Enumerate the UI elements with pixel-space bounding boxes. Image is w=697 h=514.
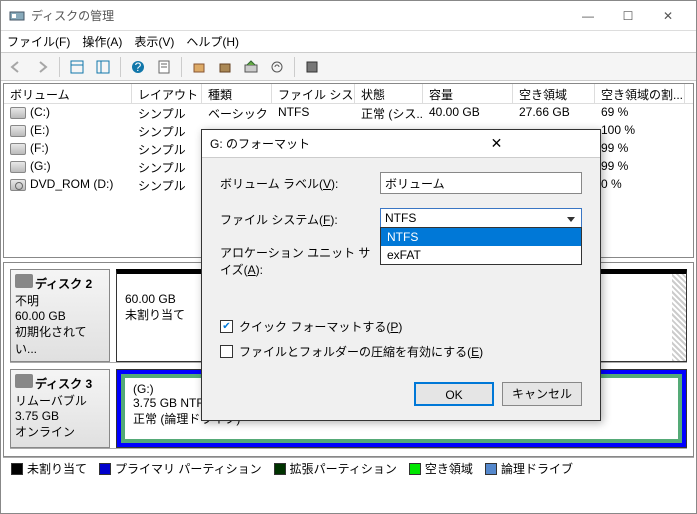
dropdown-option-exfat[interactable]: exFAT [381, 246, 581, 264]
dialog-title: G: のフォーマット [210, 135, 401, 152]
toolbar-btn-5[interactable] [188, 56, 210, 78]
drive-icon [10, 143, 26, 155]
menu-action[interactable]: 操作(A) [82, 33, 122, 50]
properties-icon[interactable] [153, 56, 175, 78]
col-volume[interactable]: ボリューム [4, 84, 132, 103]
close-button[interactable]: ✕ [648, 2, 688, 30]
label-volume: ボリューム ラベル(V): [220, 175, 380, 192]
help-icon[interactable]: ? [127, 56, 149, 78]
label-filesystem: ファイル システム(F): [220, 211, 380, 228]
toolbar-btn-8[interactable] [266, 56, 288, 78]
format-dialog: G: のフォーマット ✕ ボリューム ラベル(V): ファイル システム(F):… [201, 129, 601, 421]
checkbox-checked-icon: ✔ [220, 320, 233, 333]
legend-unalloc-box [11, 463, 23, 475]
legend-primary-box [99, 463, 111, 475]
checkbox-unchecked-icon [220, 345, 233, 358]
col-type[interactable]: 種類 [202, 84, 272, 103]
toolbar-btn-7[interactable] [240, 56, 262, 78]
window-titlebar: ディスクの管理 ― ☐ ✕ [1, 1, 696, 31]
drive-icon [10, 179, 26, 191]
filesystem-dropdown: NTFS exFAT [380, 227, 582, 265]
menu-help[interactable]: ヘルプ(H) [186, 33, 239, 50]
back-button [5, 56, 27, 78]
dialog-close-button[interactable]: ✕ [401, 135, 592, 152]
col-fs[interactable]: ファイル システム [272, 84, 355, 103]
col-status[interactable]: 状態 [355, 84, 423, 103]
volume-label-input[interactable] [380, 172, 582, 194]
menu-view[interactable]: 表示(V) [134, 33, 174, 50]
dialog-titlebar[interactable]: G: のフォーマット ✕ [202, 130, 600, 158]
forward-button [31, 56, 53, 78]
legend-logical-box [485, 463, 497, 475]
disk-icon [15, 274, 33, 288]
ok-button[interactable]: OK [414, 382, 494, 406]
drive-icon [10, 107, 26, 119]
disk-icon [15, 374, 33, 388]
maximize-button[interactable]: ☐ [608, 2, 648, 30]
toolbar-btn-1[interactable] [66, 56, 88, 78]
col-free[interactable]: 空き領域 [513, 84, 595, 103]
window-title: ディスクの管理 [31, 7, 568, 24]
volumes-header: ボリューム レイアウト 種類 ファイル システム 状態 容量 空き領域 空き領域… [4, 84, 693, 104]
compression-checkbox[interactable]: ファイルとフォルダーの圧縮を有効にする(E) [220, 343, 582, 360]
disk-info-3: ディスク 3 リムーバブル 3.75 GB オンライン [10, 369, 110, 448]
drive-icon [10, 125, 26, 137]
volume-row[interactable]: (C:)シンプルベーシックNTFS正常 (シス...40.00 GB27.66 … [4, 104, 693, 122]
disk-info-2: ディスク 2 不明 60.00 GB 初期化されてい... [10, 269, 110, 362]
col-capacity[interactable]: 容量 [423, 84, 513, 103]
drive-icon [10, 161, 26, 173]
cancel-button[interactable]: キャンセル [502, 382, 582, 406]
minimize-button[interactable]: ― [568, 2, 608, 30]
app-icon [9, 8, 25, 24]
menubar: ファイル(F) 操作(A) 表示(V) ヘルプ(H) [1, 31, 696, 53]
svg-text:?: ? [135, 60, 142, 74]
quick-format-checkbox[interactable]: ✔ クイック フォーマットする(P) [220, 318, 582, 335]
toolbar-btn-6[interactable] [214, 56, 236, 78]
legend: 未割り当て プライマリ パーティション 拡張パーティション 空き領域 論理ドライ… [3, 457, 694, 479]
dropdown-option-ntfs[interactable]: NTFS [381, 228, 581, 246]
label-allocation: アロケーション ユニット サイズ(A): [220, 244, 380, 278]
col-layout[interactable]: レイアウト [132, 84, 202, 103]
toolbar-btn-2[interactable] [92, 56, 114, 78]
menu-file[interactable]: ファイル(F) [7, 33, 70, 50]
legend-free-box [409, 463, 421, 475]
col-pct[interactable]: 空き領域の割... [595, 84, 685, 103]
toolbar-btn-9[interactable] [301, 56, 323, 78]
legend-ext-box [274, 463, 286, 475]
toolbar: ? [1, 53, 696, 81]
